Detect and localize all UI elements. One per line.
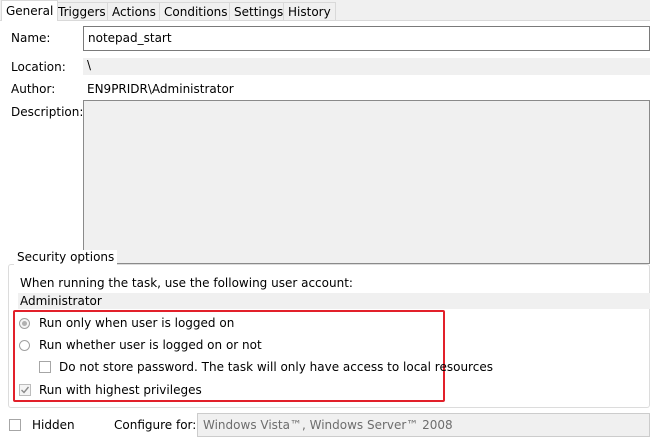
tab-triggers[interactable]: Triggers xyxy=(53,2,111,20)
hidden-label: Hidden xyxy=(32,418,75,432)
tab-general[interactable]: General xyxy=(1,0,59,21)
tab-strip: General Triggers Actions Conditions Sett… xyxy=(0,0,650,21)
highest-privileges-label: Run with highest privileges xyxy=(39,383,202,397)
author-label: Author: xyxy=(11,82,56,96)
check-icon xyxy=(21,386,30,394)
name-label: Name: xyxy=(11,31,51,45)
description-label: Description: xyxy=(11,105,84,119)
radio-logged-on-only-label: Run only when user is logged on xyxy=(39,316,235,330)
description-textarea[interactable] xyxy=(83,100,650,264)
tab-settings[interactable]: Settings xyxy=(229,2,289,20)
account-prompt: When running the task, use the following… xyxy=(20,276,353,290)
tab-actions[interactable]: Actions xyxy=(107,2,161,20)
radio-selected-dot xyxy=(22,321,27,326)
location-field xyxy=(83,58,650,75)
location-value: \ xyxy=(87,58,92,72)
name-input[interactable]: notepad_start xyxy=(83,26,650,51)
checkbox-hidden[interactable] xyxy=(9,419,21,431)
account-value: Administrator xyxy=(20,294,102,308)
no-store-password-label: Do not store password. The task will onl… xyxy=(59,360,493,374)
radio-logged-on-or-not-label: Run whether user is logged on or not xyxy=(39,338,262,352)
author-value: EN9PRIDR\Administrator xyxy=(87,82,234,96)
checkbox-highest-privileges[interactable] xyxy=(19,384,31,396)
location-label: Location: xyxy=(11,60,66,74)
general-panel: Name: notepad_start Location: \ Author: … xyxy=(0,21,650,441)
radio-logged-on-only[interactable] xyxy=(19,318,30,329)
checkbox-no-store-password[interactable] xyxy=(39,361,51,373)
configure-for-value: Windows Vista™, Windows Server™ 2008 xyxy=(203,418,453,432)
configure-for-select[interactable]: Windows Vista™, Windows Server™ 2008 xyxy=(197,413,650,437)
tab-history[interactable]: History xyxy=(283,2,336,20)
configure-for-label: Configure for: xyxy=(114,418,197,432)
tab-conditions[interactable]: Conditions xyxy=(159,2,233,20)
security-options-title: Security options xyxy=(14,250,118,265)
name-value: notepad_start xyxy=(88,31,172,45)
account-field xyxy=(18,293,650,309)
radio-logged-on-or-not[interactable] xyxy=(19,340,30,351)
